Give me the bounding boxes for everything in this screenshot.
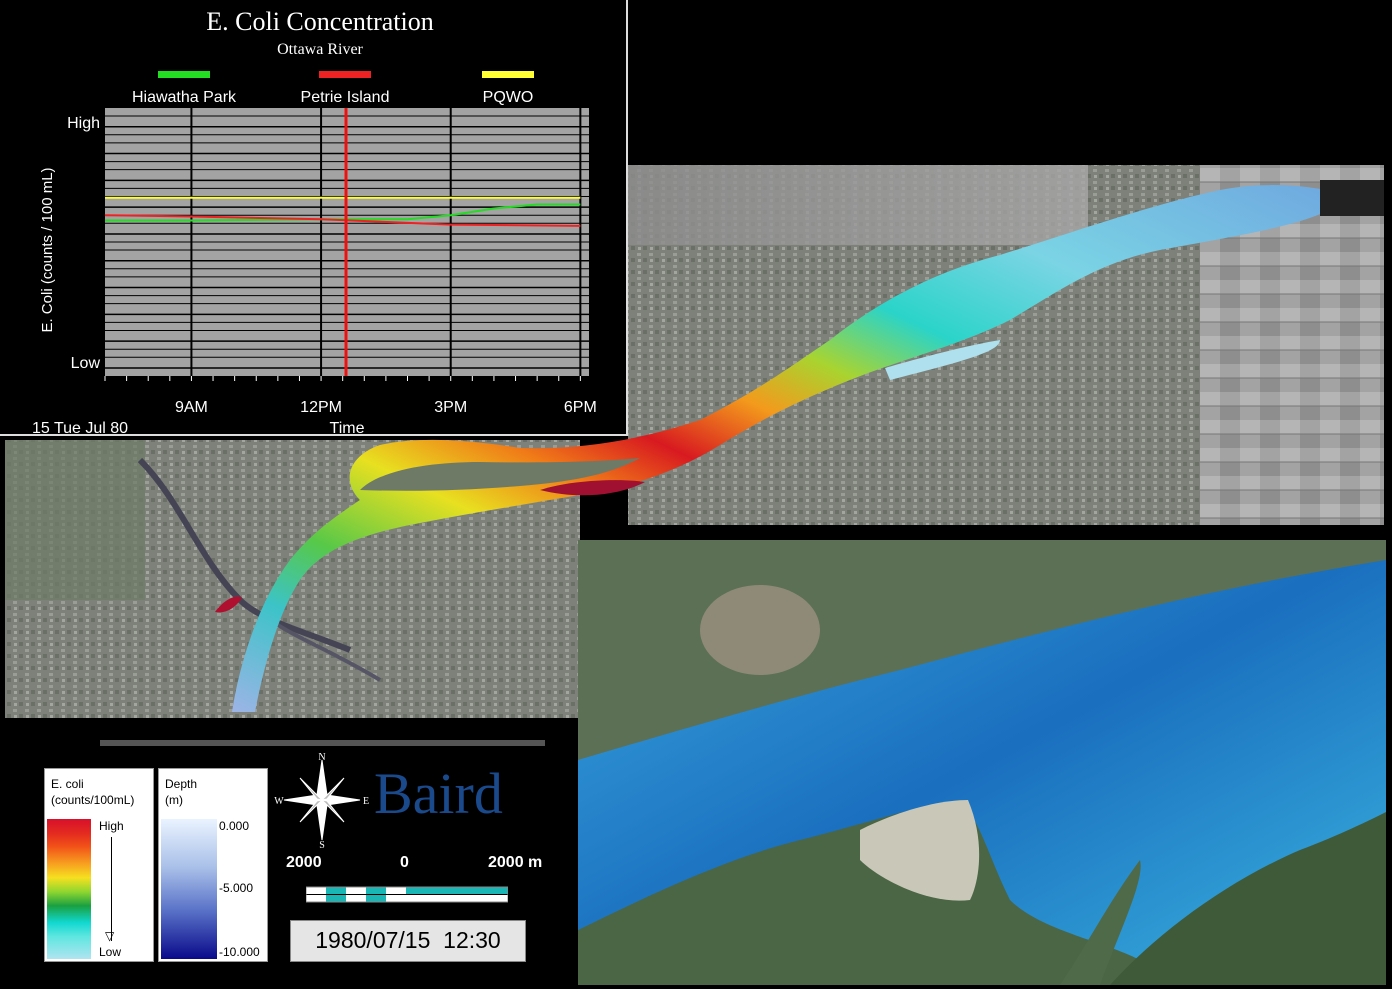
compass-rose-icon: N S W E — [274, 752, 369, 848]
date-label: 15 Tue Jul 80 — [32, 420, 128, 436]
depth-legend: Depth (m) 0.000 -5.000 -10.000 — [158, 768, 268, 962]
depth-color-ramp — [161, 819, 217, 959]
aerial-greyscale-north — [628, 165, 1088, 245]
legend-top-strip — [100, 740, 545, 746]
x-axis-label: Time — [330, 420, 365, 436]
chart-legend: Hiawatha Park Petrie Island PQWO — [132, 71, 534, 106]
legend-swatch — [482, 71, 534, 78]
scale-label-left: 2000 — [286, 854, 322, 871]
ecoli-legend-units: (counts/100mL) — [51, 793, 135, 807]
legend-label: Petrie Island — [301, 89, 390, 106]
compass-w: W — [274, 796, 284, 807]
chart-subtitle: Ottawa River — [277, 41, 363, 58]
depth-legend-units: (m) — [165, 793, 183, 807]
ecoli-color-ramp — [47, 819, 91, 959]
y-axis-label: E. Coli (counts / 100 mL) — [39, 167, 56, 332]
ecoli-chart: E. Coli Concentration Ottawa River Hiawa… — [32, 7, 597, 436]
ecoli-arrowhead-icon: ▽ — [105, 929, 115, 943]
ecoli-high-label: High — [99, 819, 124, 833]
legend-label: Hiawatha Park — [132, 89, 237, 106]
x-tick-label: 6PM — [564, 399, 597, 416]
scale-label-right: 2000 m — [488, 854, 543, 871]
map-edge-east — [1320, 180, 1384, 216]
chart-title: E. Coli Concentration — [206, 7, 433, 36]
ecoli-legend-title: E. coli — [51, 777, 84, 791]
ecoli-low-label: Low — [99, 945, 122, 959]
zoom-inset — [578, 540, 1386, 985]
x-tick-label: 3PM — [434, 399, 467, 416]
timestamp-display: 1980/07/15 12:30 — [290, 920, 526, 962]
scale-bar — [306, 886, 508, 903]
ecoli-legend: E. coli (counts/100mL) High ▽ Low — [44, 768, 154, 962]
ecoli-chart-panel: E. Coli Concentration Ottawa River Hiawa… — [0, 0, 628, 436]
x-tick-label: 12PM — [300, 399, 342, 416]
legend-swatch — [158, 71, 210, 78]
depth-tick-0: 0.000 — [219, 819, 250, 833]
compass-e: E — [363, 796, 369, 807]
depth-tick-1: -5.000 — [219, 881, 254, 895]
legend-panel: E. coli (counts/100mL) High ▽ Low Depth … — [0, 718, 578, 989]
ecoli-down-arrow — [111, 837, 112, 941]
compass-s: S — [319, 840, 325, 848]
brand-logo: Baird — [374, 761, 503, 826]
x-axis-ticks: 9AM 12PM 3PM 6PM — [104, 376, 597, 416]
legend-label: PQWO — [483, 89, 534, 106]
legend-swatch — [319, 71, 371, 78]
scale-label-center: 0 — [400, 854, 409, 871]
depth-tick-2: -10.000 — [219, 945, 260, 959]
y-axis-high-label: High — [67, 115, 100, 132]
x-tick-label: 9AM — [175, 399, 208, 416]
aerial-green-west — [5, 440, 145, 600]
depth-legend-title: Depth — [165, 777, 198, 791]
compass-n: N — [318, 752, 325, 763]
y-axis-low-label: Low — [71, 355, 101, 372]
